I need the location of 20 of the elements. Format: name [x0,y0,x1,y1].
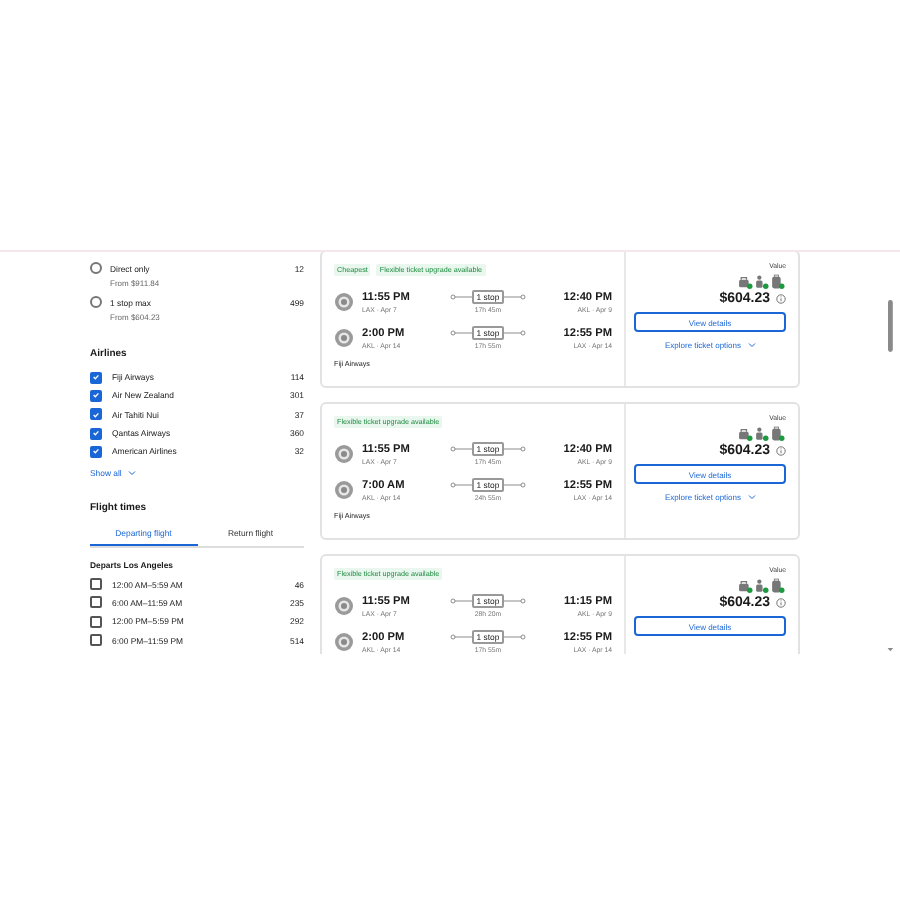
info-icon[interactable] [776,446,786,456]
checkbox[interactable] [90,445,102,458]
checkbox[interactable] [90,578,102,591]
checkbox[interactable] [90,596,102,609]
baggage-icon [738,426,786,442]
checkbox[interactable] [90,615,102,628]
baggage-icon [738,274,786,290]
baggage-icon [738,578,786,594]
radio-button[interactable] [90,262,102,274]
checkbox[interactable] [90,371,102,384]
chevron-down-icon [747,342,756,348]
checkbox[interactable] [90,634,102,647]
radio-button[interactable] [90,296,102,308]
checkbox[interactable] [90,389,102,402]
info-icon[interactable] [776,294,786,304]
checkbox[interactable] [90,408,102,421]
checkbox[interactable] [90,427,102,440]
info-icon[interactable] [776,598,786,608]
chevron-down-icon [747,494,756,500]
chevron-down-icon [127,470,136,477]
